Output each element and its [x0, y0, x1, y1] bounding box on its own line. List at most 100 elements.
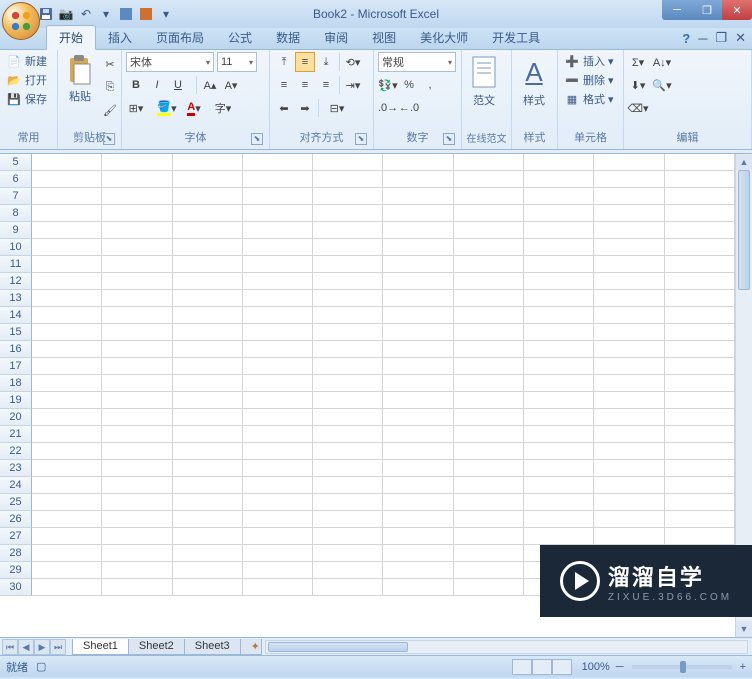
minimize-ribbon-icon[interactable]: ─ — [698, 31, 707, 46]
cell[interactable] — [383, 307, 453, 324]
cell[interactable] — [313, 171, 383, 188]
align-left-button[interactable]: ≡ — [274, 75, 294, 95]
hscroll-thumb[interactable] — [268, 642, 408, 652]
cell[interactable] — [173, 358, 243, 375]
cell[interactable] — [594, 392, 664, 409]
cell[interactable] — [524, 358, 594, 375]
cell[interactable] — [173, 341, 243, 358]
cell[interactable] — [594, 494, 664, 511]
align-center-button[interactable]: ≡ — [295, 75, 315, 95]
cell[interactable] — [102, 188, 172, 205]
cell[interactable] — [383, 392, 453, 409]
accounting-button[interactable]: 💱▾ — [378, 75, 398, 95]
sort-button[interactable]: A↓▾ — [649, 52, 675, 72]
sheet-nav-prev[interactable]: ◀ — [18, 639, 34, 655]
cell[interactable] — [665, 511, 735, 528]
sheet-nav-last[interactable]: ⏭ — [50, 639, 66, 655]
cell[interactable] — [454, 528, 524, 545]
grow-font-button[interactable]: A▴ — [200, 75, 220, 95]
row-header[interactable]: 6 — [0, 171, 32, 188]
cell[interactable] — [383, 562, 453, 579]
cell[interactable] — [32, 307, 102, 324]
spreadsheet-grid[interactable]: 5678910111213141516171819202122232425262… — [0, 154, 752, 637]
sheet-nav-first[interactable]: ⏮ — [2, 639, 18, 655]
row-header[interactable]: 20 — [0, 409, 32, 426]
merge-button[interactable]: ⊟▾ — [322, 98, 352, 118]
row-header[interactable]: 30 — [0, 579, 32, 596]
copy-button[interactable]: ⎘ — [100, 77, 120, 97]
cell[interactable] — [102, 375, 172, 392]
cell[interactable] — [313, 154, 383, 171]
row-header[interactable]: 25 — [0, 494, 32, 511]
cell[interactable] — [173, 409, 243, 426]
cell[interactable] — [243, 426, 313, 443]
cell[interactable] — [594, 256, 664, 273]
cell[interactable] — [454, 341, 524, 358]
cell[interactable] — [173, 545, 243, 562]
row-header[interactable]: 27 — [0, 528, 32, 545]
cell[interactable] — [102, 562, 172, 579]
row-header[interactable]: 13 — [0, 290, 32, 307]
tab-beautify[interactable]: 美化大师 — [408, 26, 480, 49]
cell[interactable] — [313, 290, 383, 307]
row-header[interactable]: 11 — [0, 256, 32, 273]
tab-data[interactable]: 数据 — [264, 26, 312, 49]
cell[interactable] — [243, 154, 313, 171]
qat-icon-2[interactable] — [138, 6, 154, 22]
cell[interactable] — [454, 222, 524, 239]
cell[interactable] — [102, 477, 172, 494]
cell[interactable] — [243, 256, 313, 273]
cell[interactable] — [524, 375, 594, 392]
tab-formulas[interactable]: 公式 — [216, 26, 264, 49]
decrease-decimal-button[interactable]: ←.0 — [399, 98, 419, 118]
cell[interactable] — [243, 222, 313, 239]
cell[interactable] — [313, 273, 383, 290]
cell[interactable] — [594, 188, 664, 205]
tab-insert[interactable]: 插入 — [96, 26, 144, 49]
row-header[interactable]: 22 — [0, 443, 32, 460]
cell[interactable] — [665, 205, 735, 222]
underline-button[interactable]: U — [168, 75, 188, 95]
cell[interactable] — [243, 494, 313, 511]
cell[interactable] — [313, 341, 383, 358]
restore-window-icon[interactable]: ❐ — [715, 30, 727, 46]
minimize-button[interactable]: ─ — [662, 0, 692, 20]
row-header[interactable]: 15 — [0, 324, 32, 341]
cell[interactable] — [524, 460, 594, 477]
cell[interactable] — [665, 392, 735, 409]
cell[interactable] — [454, 171, 524, 188]
tab-developer[interactable]: 开发工具 — [480, 26, 552, 49]
cell[interactable] — [243, 375, 313, 392]
row-header[interactable]: 28 — [0, 545, 32, 562]
cell[interactable] — [32, 528, 102, 545]
wrap-text-button[interactable]: ⇥▾ — [343, 75, 363, 95]
cell[interactable] — [454, 579, 524, 596]
cell[interactable] — [383, 188, 453, 205]
cell[interactable] — [665, 460, 735, 477]
cell[interactable] — [243, 477, 313, 494]
clear-button[interactable]: ⌫▾ — [628, 98, 648, 118]
cell[interactable] — [243, 239, 313, 256]
row-header[interactable]: 12 — [0, 273, 32, 290]
cell[interactable] — [383, 222, 453, 239]
cell[interactable] — [173, 375, 243, 392]
cell[interactable] — [665, 222, 735, 239]
cell[interactable] — [173, 443, 243, 460]
insert-cells-button[interactable]: ➕插入 ▾ — [562, 52, 616, 70]
cell[interactable] — [454, 426, 524, 443]
cell[interactable] — [102, 239, 172, 256]
cell[interactable] — [383, 477, 453, 494]
cell[interactable] — [383, 154, 453, 171]
cell[interactable] — [524, 256, 594, 273]
cell[interactable] — [32, 460, 102, 477]
cell[interactable] — [173, 307, 243, 324]
font-launcher[interactable]: ⬊ — [251, 133, 263, 145]
row-header[interactable]: 10 — [0, 239, 32, 256]
cell[interactable] — [383, 358, 453, 375]
cell[interactable] — [454, 409, 524, 426]
italic-button[interactable]: I — [147, 75, 167, 95]
clipboard-launcher[interactable]: ⬊ — [103, 133, 115, 145]
close-button[interactable]: ✕ — [722, 0, 752, 20]
cell[interactable] — [32, 239, 102, 256]
cell[interactable] — [102, 154, 172, 171]
